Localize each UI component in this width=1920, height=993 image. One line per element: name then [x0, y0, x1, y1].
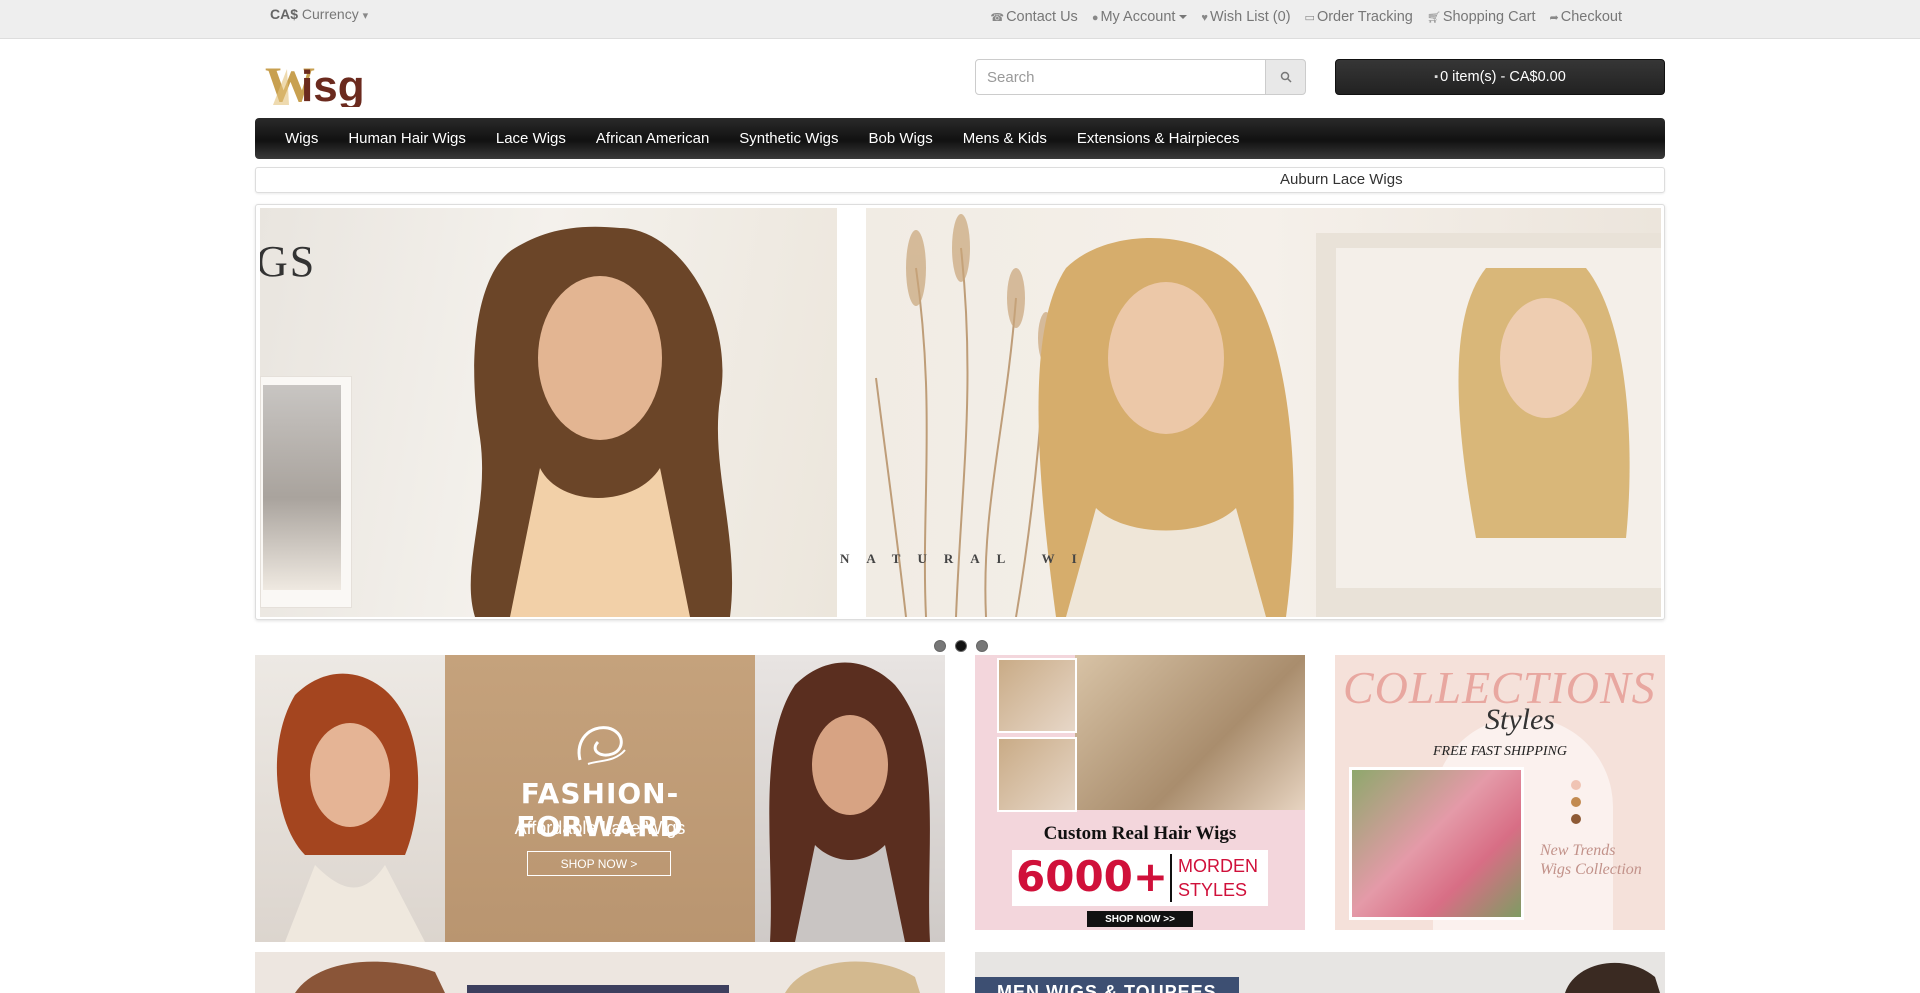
slide-2-text: NATURAL WI — [840, 551, 1094, 566]
nav-item-african-american[interactable]: African American — [596, 130, 709, 147]
banner-lower-left[interactable] — [255, 952, 945, 993]
site-logo[interactable]: W isg — [265, 55, 365, 107]
model-image — [276, 673, 425, 942]
model-silhouette — [470, 226, 733, 617]
currency-label: Currency — [301, 6, 359, 22]
color-swatches — [1571, 780, 1581, 824]
nav-item-extensions-hairpieces[interactable]: Extensions & Hairpieces — [1077, 130, 1240, 147]
nav-item-lace-wigs[interactable]: Lace Wigs — [496, 130, 566, 147]
styles-count: 6000+ — [1016, 852, 1169, 901]
banner-subheadline: Affordable Lace Wigs — [514, 818, 686, 838]
inset-photo-frame — [260, 376, 352, 608]
order-tracking-link[interactable]: ▭ Order Tracking — [1305, 9, 1413, 25]
banner-left-model — [255, 655, 445, 942]
share-icon: ➦ — [1549, 12, 1559, 24]
heart-icon: ♥ — [1201, 12, 1208, 24]
caret-down-icon: ▾ — [362, 10, 369, 22]
swatch-medium — [1571, 797, 1581, 807]
cart-summary: 0 item(s) - CA$0.00 — [1440, 69, 1566, 85]
search-input[interactable] — [975, 59, 1266, 95]
search-button[interactable] — [1265, 59, 1306, 95]
swatch-light — [1571, 780, 1581, 790]
slider-dot-2[interactable] — [955, 640, 967, 652]
main-nav: Wigs Human Hair Wigs Lace Wigs African A… — [255, 118, 1665, 159]
model-image — [769, 662, 930, 942]
banner-model-photo — [1075, 655, 1305, 810]
truck-icon: ▭ — [1304, 12, 1315, 24]
my-account-link[interactable]: ● My Account — [1092, 9, 1188, 25]
banner-men-wigs[interactable]: MEN WIGS & TOUPEES — [975, 952, 1665, 993]
nav-item-synthetic-wigs[interactable]: Synthetic Wigs — [739, 130, 838, 147]
slider-pagination — [934, 640, 988, 652]
banner-tagline: New Trends Wigs Collection — [1540, 842, 1642, 878]
top-links: ☎ Contact Us ● My Account ♥ Wish List (0) ▭… — [990, 9, 1622, 25]
banner-collections[interactable]: COLLECTIONS Styles FREE FAST SHIPPING Ne… — [1335, 655, 1665, 930]
banner-model-photo — [1349, 767, 1524, 920]
banner-center-panel: FASHION-FORWARD Affordable Lace Wigs SHO… — [445, 655, 755, 942]
inset-photo — [263, 385, 341, 590]
svg-text:isg: isg — [301, 62, 365, 107]
styles-label: MORDEN STYLES — [1170, 854, 1262, 902]
search-bar — [975, 59, 1306, 95]
slide-1-text: GS — [260, 237, 317, 286]
banner-script-text: Styles — [1485, 703, 1555, 736]
thumbnail-photo — [997, 658, 1077, 733]
shop-now-button[interactable]: SHOP NOW > — [527, 851, 671, 876]
shop-now-button[interactable]: SHOP NOW >> — [1087, 911, 1193, 927]
swatch-dark — [1571, 814, 1581, 824]
banner-title-band — [467, 985, 729, 993]
thumbnail-photo — [997, 737, 1077, 812]
slide-image-1[interactable]: GS — [260, 208, 837, 617]
currency-code: CA$ — [270, 6, 299, 22]
hero-slider[interactable]: GS NATURAL WI — [255, 204, 1665, 620]
shopping-cart-link[interactable]: 🛒︎ Shopping Cart — [1427, 9, 1536, 25]
banner-label: MEN WIGS & TOUPEES — [975, 977, 1239, 993]
caret-down-icon — [1179, 15, 1188, 20]
nav-item-mens-kids[interactable]: Mens & Kids — [963, 130, 1047, 147]
nav-item-human-hair-wigs[interactable]: Human Hair Wigs — [348, 130, 466, 147]
contact-link[interactable]: ☎ Contact Us — [990, 9, 1077, 25]
model-image — [1565, 962, 1660, 993]
user-icon: ● — [1091, 12, 1099, 24]
banner-count-box: 6000+ MORDEN STYLES — [1012, 850, 1268, 906]
cart-icon: ▪ — [1434, 71, 1439, 83]
banner-title: Custom Real Hair Wigs — [1043, 823, 1237, 844]
slider-dot-1[interactable] — [934, 640, 946, 652]
wishlist-link[interactable]: ♥ Wish List (0) — [1201, 9, 1290, 25]
search-icon — [1280, 71, 1292, 83]
checkout-link[interactable]: ➦ Checkout — [1550, 9, 1622, 25]
cart-icon: 🛒︎ — [1426, 12, 1441, 24]
phone-icon: ☎ — [990, 12, 1005, 24]
cart-button[interactable]: ▪ 0 item(s) - CA$0.00 — [1335, 59, 1665, 95]
currency-selector[interactable]: CA$ Currency ▾ — [270, 6, 370, 22]
banner-right-model — [755, 655, 945, 942]
nav-item-wigs[interactable]: Wigs — [285, 130, 318, 147]
announcement-ticker: Auburn Lace Wigs — [255, 167, 1665, 193]
hair-logo-icon — [577, 726, 626, 765]
ticker-link[interactable]: Auburn Lace Wigs — [1280, 171, 1403, 188]
banner-fashion-forward[interactable]: FASHION-FORWARD Affordable Lace Wigs SHO… — [255, 655, 945, 942]
nav-item-bob-wigs[interactable]: Bob Wigs — [869, 130, 933, 147]
slider-dot-3[interactable] — [976, 640, 988, 652]
banner-shipping-text: FREE FAST SHIPPING — [1432, 744, 1568, 759]
banner-custom-real-hair[interactable]: Custom Real Hair Wigs 6000+ MORDEN STYLE… — [975, 655, 1305, 930]
top-bar: CA$ Currency ▾ ☎ Contact Us ● My Account ♥… — [0, 0, 1920, 39]
